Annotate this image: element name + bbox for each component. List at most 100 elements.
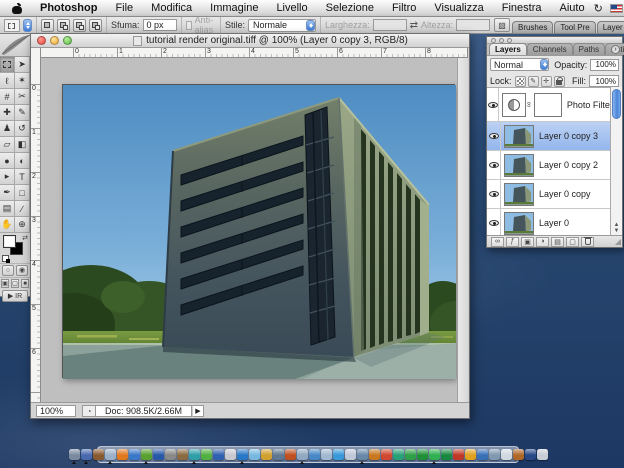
- canvas-image[interactable]: [62, 84, 455, 378]
- tool-crop[interactable]: #: [0, 89, 15, 105]
- palette-zoom-button[interactable]: [507, 38, 512, 43]
- zoom-level-field[interactable]: 100%: [36, 405, 76, 417]
- tool-blur[interactable]: ●: [0, 153, 15, 169]
- tool-gradient[interactable]: ◧: [15, 137, 30, 153]
- standard-screen-button[interactable]: ▣: [1, 279, 9, 288]
- dock-icon-11[interactable]: [201, 449, 212, 460]
- dock-icon-31[interactable]: [441, 449, 452, 460]
- dock-icon-38[interactable]: [525, 449, 536, 460]
- input-language-flag-icon[interactable]: [610, 4, 623, 13]
- tab-layers[interactable]: Layers: [489, 43, 527, 55]
- palette-close-button[interactable]: [491, 38, 496, 43]
- dock-icon-23[interactable]: [345, 449, 356, 460]
- palette-well-tab-tool-presets[interactable]: Tool Pre: [554, 21, 595, 33]
- layer-thumbnail[interactable]: [504, 154, 534, 177]
- quick-mask-mode-button[interactable]: ◉: [16, 265, 28, 276]
- palette-well-tab-layer-comps[interactable]: Layer Comps: [597, 21, 624, 33]
- dock-icon-30[interactable]: [429, 449, 440, 460]
- scrollbar-thumb[interactable]: [612, 89, 621, 119]
- tool-preset-dropdown[interactable]: [23, 19, 32, 32]
- tool-notes[interactable]: ▤: [0, 201, 15, 217]
- visibility-toggle[interactable]: [487, 122, 501, 150]
- dock-icon-7[interactable]: [153, 449, 164, 460]
- intersect-selection-button[interactable]: [89, 19, 102, 32]
- menu-item-finestra[interactable]: Finestra: [493, 2, 551, 14]
- dock-icon-20[interactable]: [309, 449, 320, 460]
- new-layer-icon[interactable]: ▢: [566, 237, 579, 247]
- dock-icon-10[interactable]: [189, 449, 200, 460]
- layer-group-icon[interactable]: ▤: [551, 237, 564, 247]
- lock-pixels-icon[interactable]: ✎: [528, 76, 539, 87]
- swap-colors-icon[interactable]: ⇄: [22, 234, 28, 242]
- dock-icon-22[interactable]: [333, 449, 344, 460]
- visibility-toggle[interactable]: [487, 209, 501, 235]
- dock-icon-9[interactable]: [177, 449, 188, 460]
- dock-icon-15[interactable]: [249, 449, 260, 460]
- visibility-toggle[interactable]: [487, 180, 501, 208]
- tool-hand[interactable]: ✋: [0, 217, 15, 233]
- subtract-selection-button[interactable]: [73, 19, 86, 32]
- dock-icon-13[interactable]: [225, 449, 236, 460]
- new-selection-button[interactable]: [41, 19, 54, 32]
- menu-item-selezione[interactable]: Selezione: [317, 2, 383, 14]
- dock-icon-32[interactable]: [453, 449, 464, 460]
- dock-icon-35[interactable]: [489, 449, 500, 460]
- layer-row-copy2[interactable]: Layer 0 copy 2: [487, 151, 610, 180]
- tool-healing-brush[interactable]: ✚: [0, 105, 15, 121]
- lock-transparency-icon[interactable]: [515, 76, 526, 87]
- feather-input[interactable]: 0 px: [143, 19, 177, 31]
- dock-icon-37[interactable]: [513, 449, 524, 460]
- delete-layer-icon[interactable]: [581, 237, 594, 247]
- dock-icon-28[interactable]: [405, 449, 416, 460]
- layer-row-copy[interactable]: Layer 0 copy: [487, 180, 610, 209]
- antialias-checkbox[interactable]: [186, 21, 192, 30]
- dock-icon-0[interactable]: [69, 449, 80, 460]
- menu-item-filtro[interactable]: Filtro: [383, 2, 425, 14]
- menu-item-file[interactable]: File: [106, 2, 142, 14]
- dock-icon-34[interactable]: [477, 449, 488, 460]
- dock-icon-21[interactable]: [321, 449, 332, 460]
- file-browser-button[interactable]: ▧: [494, 18, 510, 32]
- dock-icon-3[interactable]: [105, 449, 116, 460]
- dock-icon-27[interactable]: [393, 449, 404, 460]
- menu-item-photoshop[interactable]: Photoshop: [31, 2, 106, 14]
- vertical-ruler[interactable]: 0123456: [31, 48, 41, 402]
- adjustment-thumbnail[interactable]: [502, 93, 526, 117]
- horizontal-ruler[interactable]: 012345678: [41, 48, 468, 58]
- style-dropdown[interactable]: Normale: [248, 19, 316, 32]
- height-input[interactable]: [456, 19, 490, 31]
- dock-icon-29[interactable]: [417, 449, 428, 460]
- fullscreen-button[interactable]: ■: [21, 279, 29, 288]
- mask-thumbnail[interactable]: [534, 93, 562, 117]
- foreground-color-swatch[interactable]: [3, 235, 16, 248]
- apple-menu-icon[interactable]: [12, 3, 23, 14]
- menu-item-immagine[interactable]: Immagine: [201, 2, 267, 14]
- palette-menu-icon[interactable]: ›: [611, 45, 620, 54]
- tool-slice[interactable]: ✂: [15, 89, 30, 105]
- tool-preset-icon[interactable]: [4, 19, 20, 32]
- dock-icon-26[interactable]: [381, 449, 392, 460]
- layer-row-photo-filter[interactable]: ∞ Photo Filte...: [487, 88, 610, 122]
- layer-row-0[interactable]: Layer 0: [487, 209, 610, 235]
- dock-icon-39[interactable]: [537, 449, 548, 460]
- imageready-button[interactable]: ▶ IR: [2, 290, 28, 302]
- scrollbar-arrows[interactable]: ▲▼: [611, 222, 622, 234]
- tab-paths[interactable]: Paths: [573, 43, 605, 55]
- dock-icon-36[interactable]: [501, 449, 512, 460]
- swap-dimensions-icon[interactable]: ⇄: [410, 20, 418, 31]
- dock-icon-5[interactable]: [129, 449, 140, 460]
- tool-move[interactable]: ➤: [15, 57, 30, 73]
- menu-item-visualizza[interactable]: Visualizza: [425, 2, 492, 14]
- tool-clone-stamp[interactable]: ♟: [0, 121, 15, 137]
- blend-mode-dropdown[interactable]: Normal: [490, 58, 549, 71]
- document-proxy-icon[interactable]: [133, 36, 142, 46]
- canvas-background[interactable]: [41, 58, 457, 402]
- default-colors-icon[interactable]: [2, 255, 9, 262]
- dock-icon-1[interactable]: [81, 449, 92, 460]
- palette-scrollbar[interactable]: ▲▼: [610, 87, 622, 235]
- tool-rectangular-marquee[interactable]: [0, 57, 15, 73]
- dock-icon-2[interactable]: [93, 449, 104, 460]
- mask-link-icon[interactable]: ∞: [524, 102, 533, 108]
- fullscreen-menubar-button[interactable]: ▢: [11, 279, 19, 288]
- dock-icon-6[interactable]: [141, 449, 152, 460]
